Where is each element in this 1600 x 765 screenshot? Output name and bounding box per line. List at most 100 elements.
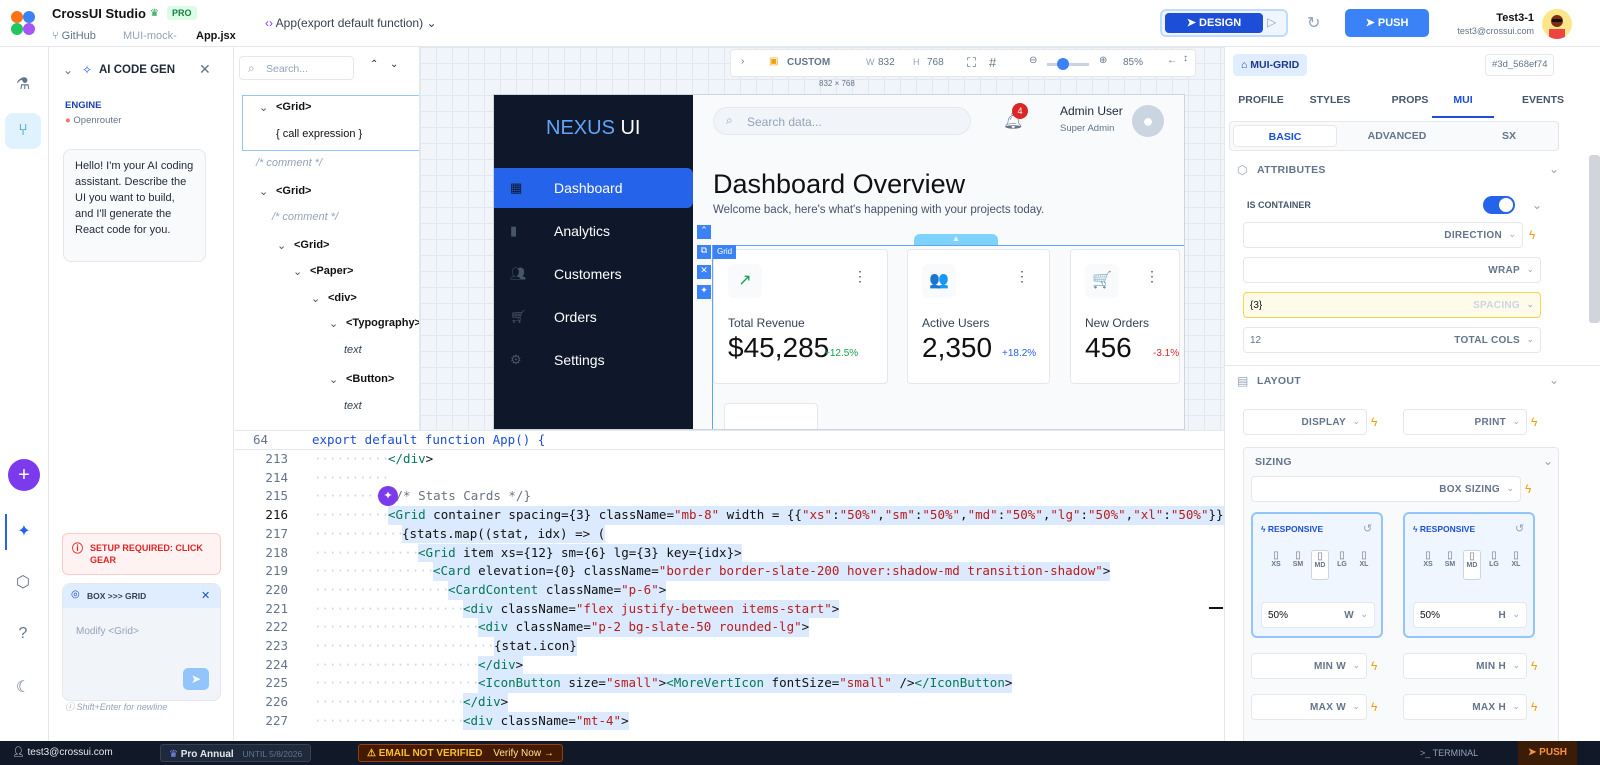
breadcrumb-github[interactable]: ⑂ GitHub	[52, 30, 96, 42]
print-select[interactable]: PRINT ⌄	[1403, 409, 1527, 435]
grid-icon[interactable]: #	[989, 55, 996, 70]
preview-nav-analytics[interactable]: ▮ Analytics	[494, 211, 693, 251]
chevron-down-icon[interactable]: ⌄	[259, 101, 268, 114]
function-selector[interactable]: ‹› App(export default function) ⌄	[265, 16, 437, 30]
avatar[interactable]	[1542, 9, 1572, 39]
subtab-sx[interactable]: SX	[1457, 125, 1561, 147]
tab-profile[interactable]: PROFILE	[1231, 92, 1291, 118]
code-line[interactable]: <div className="flex justify-between ite…	[463, 599, 840, 619]
chevron-right-icon[interactable]: ›	[741, 56, 744, 67]
tree-node[interactable]: <Grid>	[294, 239, 329, 251]
tree-node[interactable]: { call expression }	[276, 128, 362, 140]
breakpoint-xl[interactable]: ▯ XL	[1507, 550, 1525, 580]
chevron-down-icon[interactable]: ⌄	[1532, 198, 1542, 212]
chevron-down-icon[interactable]: ⌄	[277, 239, 286, 252]
help-icon[interactable]: ?	[5, 616, 41, 652]
setup-warning[interactable]: ⓘ SETUP REQUIRED: CLICK GEAR	[62, 533, 221, 575]
width-input[interactable]: 832	[878, 57, 895, 68]
code-line[interactable]: <Card elevation={0} className="border bo…	[433, 562, 1111, 581]
email-warning[interactable]: ⚠ EMAIL NOT VERIFIED Verify Now →	[358, 744, 563, 762]
design-button[interactable]: ➤ DESIGN	[1165, 13, 1263, 33]
breakpoint-xl[interactable]: ▯ XL	[1355, 550, 1373, 580]
total-cols-input[interactable]: 12 TOTAL COLS ⌄	[1243, 327, 1541, 353]
bolt-icon[interactable]: ϟ	[1371, 659, 1377, 673]
responsive-width-input[interactable]: 50% W ⌄	[1261, 602, 1375, 628]
breakpoint-lg[interactable]: ▯ LG	[1485, 550, 1503, 580]
breadcrumb-repo[interactable]: MUI-mock-	[123, 30, 177, 42]
max-width-select[interactable]: MAX W ⌄	[1251, 694, 1367, 720]
tree-node[interactable]: text	[344, 400, 362, 412]
props-scrollbar[interactable]	[1589, 155, 1600, 323]
terminal-toggle[interactable]: >_ TERMINAL	[1420, 741, 1478, 765]
design-toggle[interactable]: ➤ DESIGN ▷	[1160, 9, 1288, 37]
collapse-up-icon[interactable]: ⌃	[370, 59, 378, 70]
refresh-icon[interactable]: ↻	[1307, 13, 1327, 33]
more-vert-icon[interactable]: ⋮	[1015, 268, 1029, 285]
preview-nav-customers[interactable]: 👥︎ Customers	[494, 254, 693, 294]
play-icon[interactable]: ▷	[1267, 15, 1276, 29]
send-button[interactable]: ➤	[183, 668, 209, 690]
tree-node[interactable]: <Typography>	[346, 317, 419, 329]
tree-node[interactable]: /* comment */	[272, 211, 338, 223]
plan-status[interactable]: ♛ Pro Annual UNTIL 5/8/2026	[160, 744, 312, 762]
code-line[interactable]: {/* Stats Cards */}	[388, 487, 531, 506]
status-push-button[interactable]: ➤ PUSH	[1518, 741, 1577, 765]
breakpoint-sm[interactable]: ▯ SM	[1289, 550, 1307, 580]
tree-node[interactable]: text	[344, 344, 362, 356]
preview-nav-dashboard[interactable]: ▦ Dashboard	[494, 168, 693, 208]
close-icon[interactable]: ✕	[201, 589, 210, 602]
bolt-icon[interactable]: ϟ	[1529, 228, 1535, 242]
code-line[interactable]: <div className="mt-4">	[463, 711, 629, 731]
bolt-icon[interactable]: ϟ	[1531, 659, 1537, 673]
preview-nav-settings[interactable]: ⚙ Settings	[494, 340, 693, 380]
bolt-icon[interactable]: ϟ	[1531, 415, 1537, 429]
chevron-down-icon[interactable]: ⌄	[329, 373, 338, 386]
move-icon[interactable]: ↕	[1183, 53, 1188, 64]
package-icon[interactable]: ⬡	[5, 565, 41, 601]
ai-sparkle-icon[interactable]: ✦	[697, 285, 711, 299]
moon-icon[interactable]: ☾	[5, 670, 41, 706]
code-line[interactable]: {stat.icon}	[494, 637, 577, 656]
tree-node[interactable]: /* comment */	[256, 157, 322, 169]
chevron-down-icon[interactable]: ⌄	[1549, 373, 1559, 387]
code-line[interactable]: <CardContent className="p-6">	[448, 580, 667, 600]
code-line[interactable]: </div>	[478, 655, 524, 675]
subtab-basic[interactable]: BASIC	[1233, 125, 1337, 147]
breakpoint-xs[interactable]: ▯ XS	[1419, 550, 1437, 580]
code-line[interactable]: </div>	[463, 693, 509, 712]
direction-select[interactable]: DIRECTION ⌄	[1243, 222, 1523, 248]
add-button[interactable]: +	[8, 459, 40, 491]
chevron-down-icon[interactable]: ⌄	[1543, 454, 1553, 468]
chevron-down-icon[interactable]: ⌄	[259, 185, 268, 198]
code-editor[interactable]: 64 export default function App() { 213 ··…	[234, 430, 1224, 741]
arrow-left-icon[interactable]: ←	[1167, 55, 1177, 66]
admin-avatar[interactable]: ●	[1132, 105, 1164, 137]
prompt-input[interactable]: Modify <Grid>	[76, 626, 139, 637]
tab-styles[interactable]: STYLES	[1299, 92, 1361, 118]
close-icon[interactable]: ✕	[199, 61, 211, 78]
breakpoint-xs[interactable]: ▯ XS	[1267, 550, 1285, 580]
preview-nav-orders[interactable]: 🛒︎ Orders	[494, 297, 693, 337]
zoom-slider[interactable]	[1047, 58, 1089, 70]
code-line[interactable]: <IconButton size="small"><MoreVertIcon f…	[478, 674, 1013, 694]
spacing-input[interactable]: {3} SPACING ⌄	[1243, 292, 1541, 318]
subtab-advanced[interactable]: ADVANCED	[1345, 125, 1449, 147]
select-parent-icon[interactable]: ⌃	[697, 225, 711, 239]
bolt-icon[interactable]: ϟ	[1525, 482, 1531, 496]
code-line[interactable]: <Grid container spacing={3} className="m…	[388, 506, 1224, 525]
engine-value[interactable]: ● Openrouter	[65, 115, 121, 126]
wrap-select[interactable]: WRAP ⌄	[1243, 257, 1541, 283]
chevron-down-icon[interactable]: ⌄	[63, 63, 73, 77]
preview-search-input[interactable]: ⌕ Search data...	[713, 107, 971, 135]
flask-icon[interactable]: ⚗	[5, 67, 41, 103]
breakpoint-md[interactable]: ▯ MD	[1463, 550, 1481, 580]
code-line[interactable]: <Grid item xs={12} sm={6} lg={3} key={id…	[418, 543, 742, 563]
box-sizing-select[interactable]: BOX SIZING ⌄	[1251, 476, 1521, 502]
chevron-down-icon[interactable]: ⌄	[1549, 162, 1559, 176]
tab-events[interactable]: EVENTS	[1508, 92, 1578, 118]
tree-node[interactable]: <Button>	[346, 373, 394, 385]
zoom-in-icon[interactable]: ⊕	[1099, 55, 1107, 66]
code-line[interactable]: <div className="p-2 bg-slate-50 rounded-…	[478, 618, 810, 637]
tree-node[interactable]: <Grid>	[276, 101, 311, 113]
chevron-down-icon[interactable]: ⌄	[329, 317, 338, 330]
